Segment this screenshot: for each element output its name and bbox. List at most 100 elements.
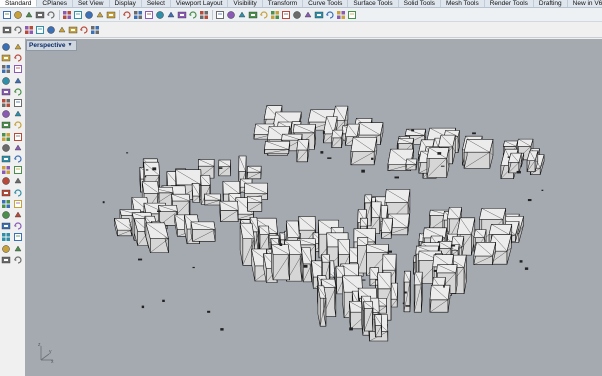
tool-boolean-union-icon[interactable] [1,199,11,209]
wireframe-icon[interactable] [281,10,291,20]
tab-visibility[interactable]: Visibility [228,0,263,7]
tab-viewport-layout[interactable]: Viewport Layout [171,0,229,7]
tab-new-in-v6[interactable]: New in V6 [568,0,602,7]
tool-cap-icon[interactable] [1,210,11,220]
tool-mesh-icon[interactable] [13,210,23,220]
tool-select-icon[interactable] [1,42,11,52]
tab-render-tools[interactable]: Render Tools [485,0,534,7]
tab-display[interactable]: Display [110,0,142,7]
tool-copy-object-icon[interactable] [1,143,11,153]
tool-arc-icon[interactable] [1,76,11,86]
record-history-icon[interactable] [46,25,56,35]
new-file-icon[interactable] [2,10,12,20]
properties-icon[interactable] [237,10,247,20]
tool-layer-toggle-icon[interactable] [1,255,11,265]
tool-ellipse-icon[interactable] [13,76,23,86]
tab-drafting[interactable]: Drafting [534,0,568,7]
tool-mirror-icon[interactable] [13,154,23,164]
cut-icon[interactable] [62,10,72,20]
import-icon[interactable] [46,10,56,20]
tool-scale-icon[interactable] [1,154,11,164]
tab-standard[interactable]: Standard [0,0,38,7]
tab-mesh-tools[interactable]: Mesh Tools [441,0,485,7]
osnap-icon[interactable] [35,25,45,35]
tool-split-icon[interactable] [1,120,11,130]
tool-analyze-icon[interactable] [1,221,11,231]
perspective-viewport[interactable]: Perspective ▼ x y z [25,39,602,376]
tab-curve-tools[interactable]: Curve Tools [303,0,349,7]
tool-circle-icon[interactable] [13,64,23,74]
options-icon[interactable] [336,10,346,20]
open-file-icon[interactable] [13,10,23,20]
rendered-icon[interactable] [303,10,313,20]
named-views-icon[interactable] [188,10,198,20]
display-mode-icon[interactable] [248,10,258,20]
tab-cplanes[interactable]: CPlanes [37,0,73,7]
tool-loft-icon[interactable] [13,176,23,186]
smarttrack-icon[interactable] [90,25,100,35]
cplane-icon[interactable] [79,25,89,35]
tab-transform[interactable]: Transform [263,0,304,7]
tool-offset-icon[interactable] [13,165,23,175]
snap-icon[interactable] [13,25,23,35]
four-viewports-icon[interactable] [199,10,209,20]
tab-set-view[interactable]: Set View [73,0,110,7]
redo-icon[interactable] [106,10,116,20]
tool-hide-icon[interactable] [13,244,23,254]
tool-point-icon[interactable] [13,42,23,52]
shaded-icon[interactable] [292,10,302,20]
zoom-extents-icon[interactable] [166,10,176,20]
tool-polyline-icon[interactable] [13,53,23,63]
toolbar-separator [59,9,60,20]
viewport-title-tab[interactable]: Perspective ▼ [26,40,78,51]
copy-icon[interactable] [73,10,83,20]
tool-boolean-difference-icon[interactable] [13,199,23,209]
undo-icon[interactable] [95,10,105,20]
tool-join-icon[interactable] [13,120,23,130]
tool-group-icon[interactable] [13,232,23,242]
tool-array-icon[interactable] [1,165,11,175]
viewport-menu-arrow-icon[interactable]: ▼ [68,41,73,50]
tool-move-icon[interactable] [13,132,23,142]
tool-dimension-icon[interactable] [13,221,23,231]
tool-rectangle-icon[interactable] [1,87,11,97]
rotate-view-icon[interactable] [133,10,143,20]
tool-line-icon[interactable] [1,53,11,63]
tab-surface-tools[interactable]: Surface Tools [348,0,399,7]
tool-extrude-icon[interactable] [1,176,11,186]
material-icon[interactable] [270,10,280,20]
tool-text-icon[interactable] [1,98,11,108]
tool-explode-icon[interactable] [1,132,11,142]
tool-revolve-icon[interactable] [13,188,23,198]
paste-icon[interactable] [84,10,94,20]
help-icon[interactable] [347,10,357,20]
tool-extend-icon[interactable] [1,109,11,119]
planar-icon[interactable] [24,25,34,35]
tool-rotate-icon[interactable] [13,143,23,153]
tool-check-icon[interactable] [13,255,23,265]
tool-sweep-icon[interactable] [1,188,11,198]
render-icon[interactable] [259,10,269,20]
tab-select[interactable]: Select [142,0,171,7]
tool-polygon-icon[interactable] [13,87,23,97]
gumball-icon[interactable] [57,25,67,35]
pan-icon[interactable] [122,10,132,20]
zoom-icon[interactable] [144,10,154,20]
ghosted-icon[interactable] [314,10,324,20]
tool-hatch-icon[interactable] [1,232,11,242]
tool-lock-icon[interactable] [1,244,11,254]
print-icon[interactable] [35,10,45,20]
grid-icon[interactable] [215,10,225,20]
tool-curve-icon[interactable] [1,64,11,74]
ortho-icon[interactable] [2,25,12,35]
city-mesh-model[interactable] [25,39,602,376]
tool-trim-icon[interactable] [13,109,23,119]
light-icon[interactable] [325,10,335,20]
tool-fillet-icon[interactable] [13,98,23,108]
zoom-selected-icon[interactable] [177,10,187,20]
tab-solid-tools[interactable]: Solid Tools [399,0,441,7]
save-file-icon[interactable] [24,10,34,20]
zoom-window-icon[interactable] [155,10,165,20]
layer-icon[interactable] [226,10,236,20]
filter-icon[interactable] [68,25,78,35]
